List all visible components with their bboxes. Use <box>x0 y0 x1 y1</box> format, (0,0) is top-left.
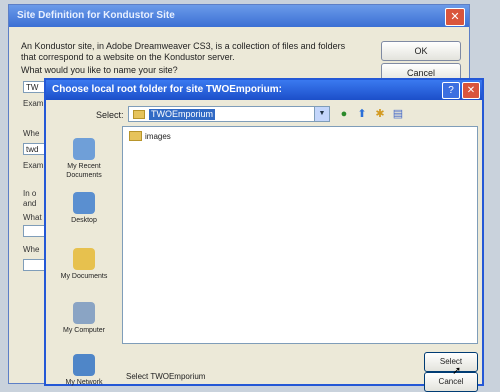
place-my-network[interactable]: My Network <box>52 354 116 387</box>
example-label-2: Exam <box>23 161 44 170</box>
recent-documents-icon <box>73 138 95 160</box>
selection-status: Select TWOEmporium <box>126 372 206 381</box>
places-bar: My Recent Documents Desktop My Documents… <box>52 128 116 386</box>
my-documents-icon <box>73 248 95 270</box>
info-fragment-2: and <box>23 199 37 208</box>
file-list[interactable]: images <box>122 126 478 344</box>
place-label: Desktop <box>71 217 97 224</box>
example-label: Exam <box>23 99 44 108</box>
folder-path-select[interactable]: TWOEmporium ▼ <box>128 106 330 122</box>
chevron-down-icon[interactable]: ▼ <box>314 107 329 121</box>
place-desktop[interactable]: Desktop <box>52 192 116 225</box>
dialog-title: Choose local root folder for site TWOEmp… <box>46 80 482 100</box>
list-item[interactable]: images <box>129 131 171 141</box>
view-menu-icon[interactable]: ▤ <box>390 106 406 122</box>
new-folder-icon[interactable]: ✱ <box>372 106 388 122</box>
folder-icon <box>129 131 142 141</box>
choose-folder-dialog: Choose local root folder for site TWOEmp… <box>44 78 484 392</box>
select-button[interactable]: Select <box>424 352 478 372</box>
place-my-computer[interactable]: My Computer <box>52 302 116 335</box>
folder-icon <box>133 110 145 119</box>
up-folder-icon[interactable]: ⬆ <box>354 106 370 122</box>
place-label: My Computer <box>62 327 105 334</box>
my-computer-icon <box>73 302 95 324</box>
question-fragment-3: Whe <box>23 245 40 254</box>
back-icon[interactable]: ● <box>336 106 352 122</box>
site-description: An Kondustor site, in Adobe Dreamweaver … <box>21 41 346 62</box>
select-label: Select: <box>96 110 124 120</box>
place-my-documents[interactable]: My Documents <box>52 248 116 281</box>
question-fragment: Whe <box>23 129 40 138</box>
cancel-button[interactable]: Cancel <box>424 372 478 392</box>
site-definition-title: Site Definition for Kondustor Site <box>9 5 469 27</box>
close-icon[interactable]: ✕ <box>462 82 480 99</box>
place-label: My Documents <box>60 273 108 280</box>
desktop-icon <box>73 192 95 214</box>
help-icon[interactable]: ? <box>442 82 460 99</box>
site-name-question: What would you like to name your site? <box>21 65 178 75</box>
file-name: images <box>145 131 171 141</box>
ok-button[interactable]: OK <box>381 41 461 61</box>
close-icon[interactable]: ✕ <box>445 8 465 26</box>
path-value: TWOEmporium <box>149 109 216 120</box>
info-fragment: In o <box>23 189 37 198</box>
cursor-icon: ➚ <box>452 365 462 377</box>
place-label: My Recent Documents <box>66 163 102 179</box>
my-network-icon <box>73 354 95 376</box>
question-fragment-2: What <box>23 213 42 222</box>
place-recent-documents[interactable]: My Recent Documents <box>52 138 116 180</box>
place-label: My Network <box>65 379 103 386</box>
